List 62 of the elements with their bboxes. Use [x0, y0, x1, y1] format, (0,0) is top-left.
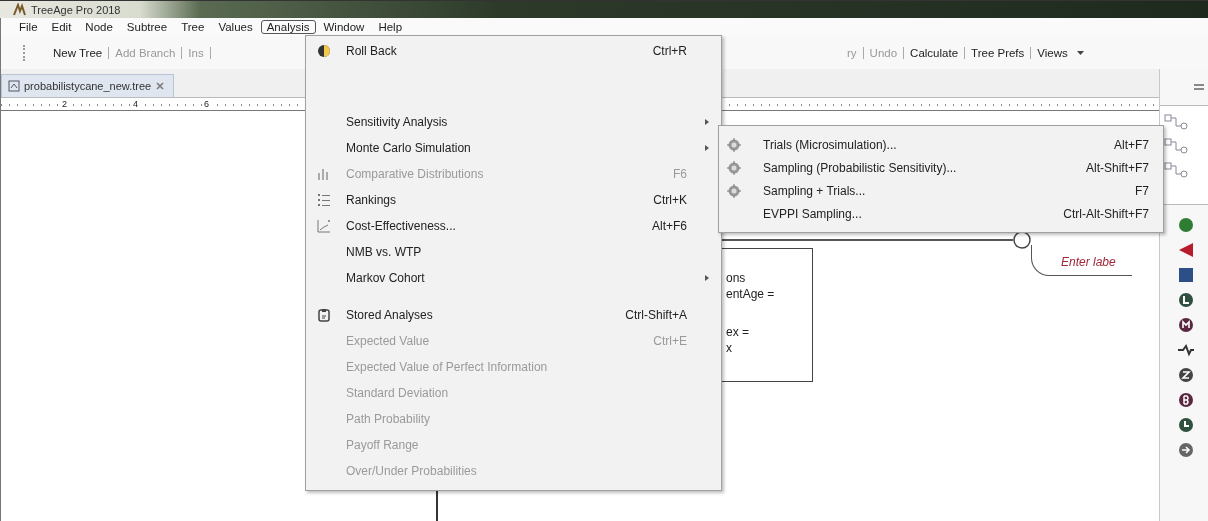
circle-node-icon: [1178, 317, 1194, 333]
menu-item[interactable]: Roll Back Ctrl+R: [306, 38, 721, 64]
circle-node-icon: [1178, 442, 1194, 458]
menu-bar-item[interactable]: Analysis: [260, 20, 316, 34]
menu-item[interactable]: Monte Carlo Simulation: [306, 135, 721, 161]
gear-icon: [727, 137, 741, 152]
menu-bar-item[interactable]: Help: [372, 20, 409, 34]
menu-bar-item[interactable]: Subtree: [120, 20, 174, 34]
node-text: ex =: [726, 325, 750, 339]
menu-item[interactable]: Trials (Microsimulation)... Alt+F7: [719, 133, 1163, 156]
menu-item[interactable]: EVPPI Sampling... Ctrl-Alt-Shift+F7: [719, 202, 1163, 225]
menu-bar-item[interactable]: Tree: [175, 20, 211, 34]
branch-label[interactable]: Enter labe: [1061, 255, 1116, 269]
caret-icon: [1077, 51, 1084, 56]
menu-bar-item[interactable]: Values: [212, 20, 259, 34]
panel-menu-icon: [1194, 83, 1204, 91]
window-title: TreeAge Pro 2018: [31, 3, 121, 16]
ruler-label: 2: [61, 99, 68, 109]
clipboard-icon: [317, 308, 331, 322]
toolbar-button[interactable]: Tree Prefs: [965, 46, 1032, 59]
zigzag-icon: [1178, 342, 1194, 358]
gear-icon: [727, 183, 741, 198]
menu-item[interactable]: Sensitivity Analysis: [306, 109, 721, 135]
circle-node-icon: [1178, 292, 1194, 308]
tree-file-icon: [8, 80, 20, 92]
menu-bar-item[interactable]: File: [13, 20, 44, 34]
menu-bar-item[interactable]: Edit: [45, 20, 78, 34]
bar-chart-icon: [317, 167, 331, 181]
tab-label: probabilistycane_new.tree: [24, 80, 152, 92]
menu-item[interactable]: Rankings Ctrl+K: [306, 187, 721, 213]
toolbar-button[interactable]: New Tree: [47, 46, 110, 59]
tool-icon: [1164, 138, 1190, 154]
list-icon: [317, 193, 331, 207]
node-text: entAge =: [726, 287, 776, 301]
menu-item[interactable]: Cost-Effectiveness... Alt+F6: [306, 213, 721, 239]
node-text: ons: [726, 271, 747, 285]
triangle-node-icon: [1178, 242, 1194, 258]
tool-icon: [1164, 162, 1190, 178]
menu-item[interactable]: Markov Cohort: [306, 265, 721, 291]
close-icon: [155, 81, 166, 91]
menu-item[interactable]: Stored Analyses Ctrl-Shift+A: [306, 302, 721, 328]
menu-bar-item[interactable]: Window: [317, 20, 371, 34]
circle-node-icon: [1178, 367, 1194, 383]
ruler-label: 6: [203, 99, 211, 109]
menu-item[interactable]: NMB vs. WTP: [306, 239, 721, 265]
app-logo-icon: [12, 2, 26, 17]
document-tab[interactable]: probabilistycane_new.tree: [1, 74, 175, 97]
node-text: x: [726, 341, 733, 355]
half-circle-icon: [317, 44, 331, 58]
toolbar-button[interactable]: Calculate: [904, 46, 966, 59]
circle-node-icon: [1178, 217, 1194, 233]
menu-bar-item[interactable]: Node: [79, 20, 119, 34]
toolbar-button[interactable]: Views: [1031, 46, 1090, 59]
ruler-label: 4: [132, 99, 140, 109]
square-node-icon: [1178, 267, 1194, 283]
tool-icon: [1164, 114, 1190, 130]
gear-icon: [727, 160, 741, 175]
circle-node-icon: [1178, 392, 1194, 408]
circle-node-icon: [1178, 417, 1194, 433]
line-chart-icon: [317, 219, 331, 233]
menu-item[interactable]: Sampling (Probabilistic Sensitivity)... Alt-Shift+F7: [719, 156, 1163, 179]
menu-item[interactable]: Sampling + Trials... F7: [719, 179, 1163, 202]
